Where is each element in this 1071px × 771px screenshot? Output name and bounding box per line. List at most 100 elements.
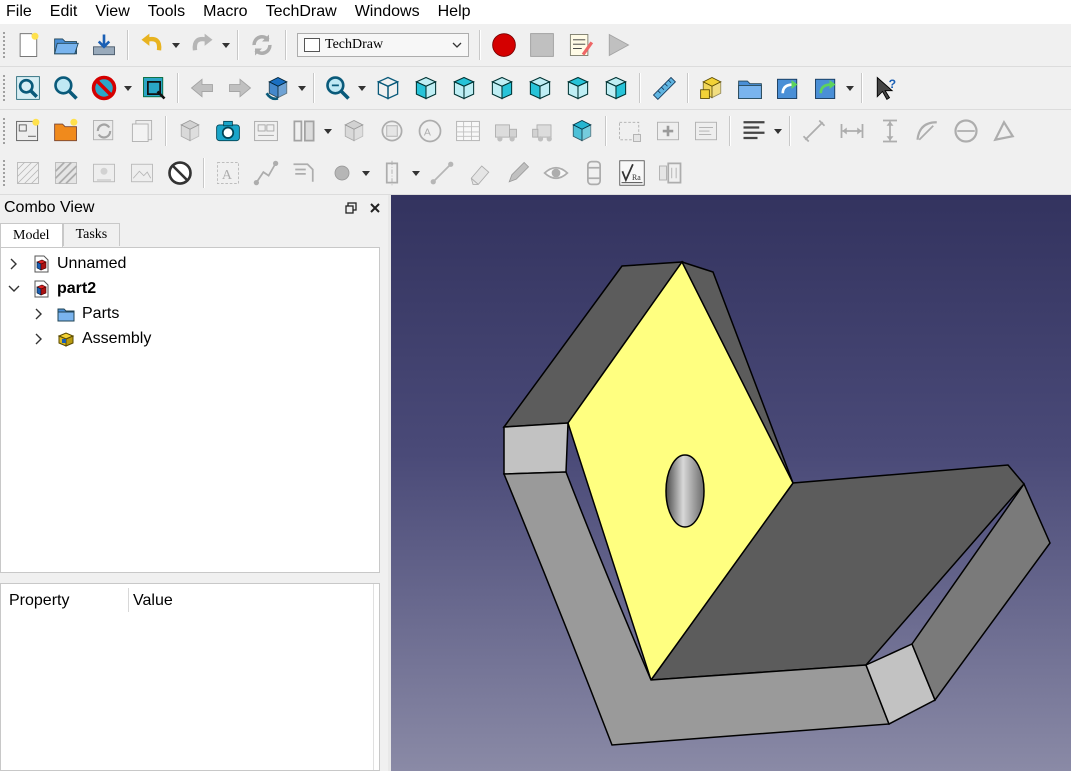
detail-view-button[interactable] (337, 114, 371, 148)
sync-view-dropdown[interactable] (297, 71, 307, 105)
export-page-button[interactable] (689, 114, 723, 148)
std-views-dropdown[interactable] (357, 71, 367, 105)
measure-button[interactable] (647, 71, 681, 105)
draft-view-button[interactable] (375, 114, 409, 148)
diameter-dimension-button[interactable] (949, 114, 983, 148)
print-all-button[interactable] (125, 114, 159, 148)
length-dimension-button[interactable] (797, 114, 831, 148)
link-actions-dropdown[interactable] (845, 71, 855, 105)
chevron-right-icon[interactable] (7, 257, 21, 271)
tree-item-unnamed[interactable]: Unnamed (7, 252, 126, 276)
horizontal-dimension-button[interactable] (835, 114, 869, 148)
menu-file[interactable]: File (0, 1, 41, 23)
chevron-right-icon[interactable] (32, 332, 46, 346)
rich-annotation-button[interactable] (287, 156, 321, 190)
fit-all-button[interactable] (11, 71, 45, 105)
clip-add-button[interactable] (527, 114, 561, 148)
execute-macro-button[interactable] (601, 28, 635, 62)
bounding-box-button[interactable] (137, 71, 171, 105)
active-view-button[interactable] (211, 114, 245, 148)
weld-symbol-button[interactable] (577, 156, 611, 190)
tab-model[interactable]: Model (0, 223, 63, 247)
align-text-button[interactable] (737, 114, 771, 148)
property-scrollbar[interactable] (373, 584, 380, 770)
float-panel-icon[interactable] (340, 197, 362, 219)
tab-tasks[interactable]: Tasks (62, 223, 121, 246)
toolbar-grip[interactable] (2, 117, 6, 145)
centerline-dropdown[interactable] (411, 156, 421, 190)
3d-viewport[interactable] (391, 195, 1071, 771)
close-panel-icon[interactable] (364, 197, 386, 219)
toolbar-grip[interactable] (2, 31, 6, 59)
cosmetic-vertex-button[interactable] (325, 156, 359, 190)
draw-style-dropdown[interactable] (123, 71, 133, 105)
vertex-dropdown[interactable] (361, 156, 371, 190)
view-bottom-button[interactable] (561, 71, 595, 105)
insert-template-button[interactable] (49, 114, 83, 148)
undo-dropdown[interactable] (171, 28, 181, 62)
view-isometric-button[interactable] (371, 71, 405, 105)
menu-edit[interactable]: Edit (41, 1, 87, 23)
hole-feature[interactable] (665, 454, 705, 528)
tree-item-parts[interactable]: Parts (32, 302, 119, 326)
redo-dropdown[interactable] (221, 28, 231, 62)
toolbar-grip[interactable] (2, 159, 6, 187)
vertical-dimension-button[interactable] (873, 114, 907, 148)
image-button[interactable] (87, 156, 121, 190)
menu-tools[interactable]: Tools (139, 1, 194, 23)
workbench-selector[interactable]: TechDraw (297, 33, 469, 57)
view-left-button[interactable] (599, 71, 633, 105)
fit-selection-button[interactable] (49, 71, 83, 105)
link-button[interactable] (771, 71, 805, 105)
chevron-right-icon[interactable] (32, 307, 46, 321)
menu-macro[interactable]: Macro (194, 1, 256, 23)
macros-button[interactable] (563, 28, 597, 62)
property-column-header[interactable]: Property (9, 592, 69, 610)
annotation-button[interactable]: A (211, 156, 245, 190)
create-part-button[interactable] (695, 71, 729, 105)
menu-windows[interactable]: Windows (346, 1, 429, 23)
menu-help[interactable]: Help (429, 1, 480, 23)
insert-symbol-button[interactable] (613, 114, 647, 148)
create-group-button[interactable] (733, 71, 767, 105)
show-all-button[interactable] (539, 156, 573, 190)
std-views-button[interactable] (321, 71, 355, 105)
decorate-line-button[interactable] (501, 156, 535, 190)
radius-dimension-button[interactable] (911, 114, 945, 148)
cosmetic-edge-button[interactable] (425, 156, 459, 190)
eraser-button[interactable] (463, 156, 497, 190)
forward-button[interactable] (223, 71, 257, 105)
insert-page-button[interactable] (11, 114, 45, 148)
hole-shaft-fit-button[interactable] (653, 156, 687, 190)
sync-view-button[interactable] (261, 71, 295, 105)
open-document-button[interactable] (49, 28, 83, 62)
toggle-frame-button[interactable] (125, 156, 159, 190)
hide-button[interactable] (163, 156, 197, 190)
undo-button[interactable] (135, 28, 169, 62)
centerline-button[interactable] (375, 156, 409, 190)
leader-button[interactable] (249, 156, 283, 190)
record-macro-button[interactable] (487, 28, 521, 62)
new-document-button[interactable] (11, 28, 45, 62)
menu-techdraw[interactable]: TechDraw (257, 1, 346, 23)
add-annotation-button[interactable] (651, 114, 685, 148)
surface-finish-button[interactable]: Ra (615, 156, 649, 190)
tree-item-assembly[interactable]: Assembly (32, 327, 151, 351)
section-view-button[interactable] (287, 114, 321, 148)
redo-button[interactable] (185, 28, 219, 62)
link-actions-button[interactable] (809, 71, 843, 105)
draw-style-button[interactable] (87, 71, 121, 105)
align-dropdown[interactable] (773, 114, 783, 148)
clip-group-button[interactable] (489, 114, 523, 148)
toolbar-grip[interactable] (2, 74, 6, 102)
value-column-header[interactable]: Value (133, 592, 173, 610)
back-wall-end-face[interactable] (503, 422, 569, 475)
view-rear-button[interactable] (523, 71, 557, 105)
whats-this-button[interactable]: ? (869, 71, 903, 105)
projection-group-button[interactable] (249, 114, 283, 148)
arch-view-button[interactable]: A (413, 114, 447, 148)
insert-view-button[interactable] (173, 114, 207, 148)
chevron-down-icon[interactable] (7, 282, 21, 296)
view-front-button[interactable] (409, 71, 443, 105)
redraw-page-button[interactable] (87, 114, 121, 148)
